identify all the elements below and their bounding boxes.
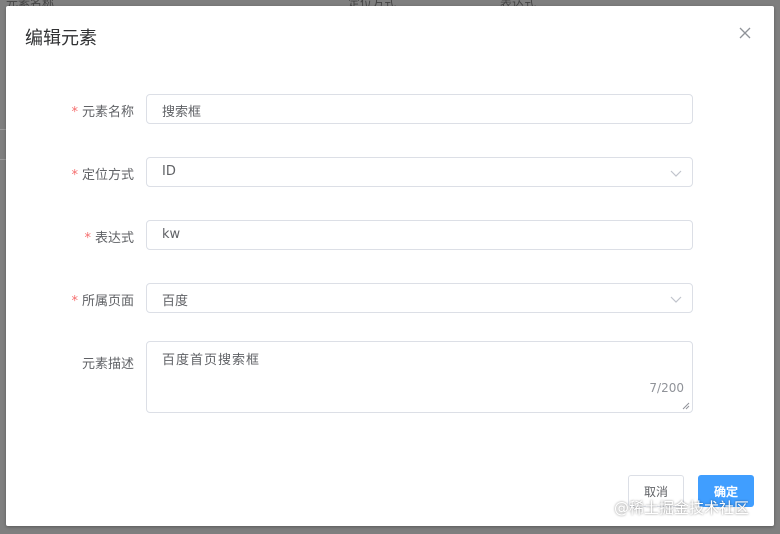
element-name-input[interactable]: 搜索框 bbox=[146, 94, 693, 124]
locator-select[interactable]: ID bbox=[146, 157, 693, 187]
element-name-label: * 元素名称 bbox=[71, 101, 134, 120]
input-value: 搜索框 bbox=[162, 105, 202, 120]
label-text: 表达式 bbox=[94, 231, 134, 246]
expression-label: * 表达式 bbox=[84, 227, 134, 246]
select-value: ID bbox=[162, 164, 176, 179]
required-mark: * bbox=[71, 294, 78, 309]
edit-element-dialog: 编辑元素 * 元素名称 搜索框 * 定位方式 ID * 表达式 kw * 所属页面 bbox=[6, 6, 774, 526]
expression-input[interactable]: kw bbox=[146, 220, 693, 250]
label-text: 元素描述 bbox=[81, 357, 134, 372]
description-textarea[interactable]: 百度首页搜索框 7/200 bbox=[146, 341, 693, 413]
char-counter: 7/200 bbox=[649, 381, 684, 395]
close-icon[interactable] bbox=[736, 24, 754, 42]
page-select[interactable]: 百度 bbox=[146, 283, 693, 313]
watermark: @稀土掘金技术社区 bbox=[614, 499, 750, 517]
select-value: 百度 bbox=[162, 294, 189, 309]
required-mark: * bbox=[71, 168, 78, 183]
page-label: * 所属页面 bbox=[71, 290, 134, 309]
label-text: 定位方式 bbox=[81, 168, 134, 183]
required-mark: * bbox=[71, 105, 78, 120]
label-text: 元素名称 bbox=[81, 105, 134, 120]
label-text: 所属页面 bbox=[81, 294, 134, 309]
input-value: kw bbox=[162, 227, 181, 242]
textarea-value: 百度首页搜索框 bbox=[162, 353, 261, 368]
resize-handle-icon[interactable] bbox=[682, 402, 690, 410]
chevron-down-icon bbox=[670, 296, 682, 303]
locator-label: * 定位方式 bbox=[71, 164, 134, 183]
chevron-down-icon bbox=[670, 170, 682, 177]
required-mark: * bbox=[84, 231, 91, 246]
description-label: 元素描述 bbox=[82, 353, 134, 372]
dialog-title: 编辑元素 bbox=[25, 28, 97, 49]
